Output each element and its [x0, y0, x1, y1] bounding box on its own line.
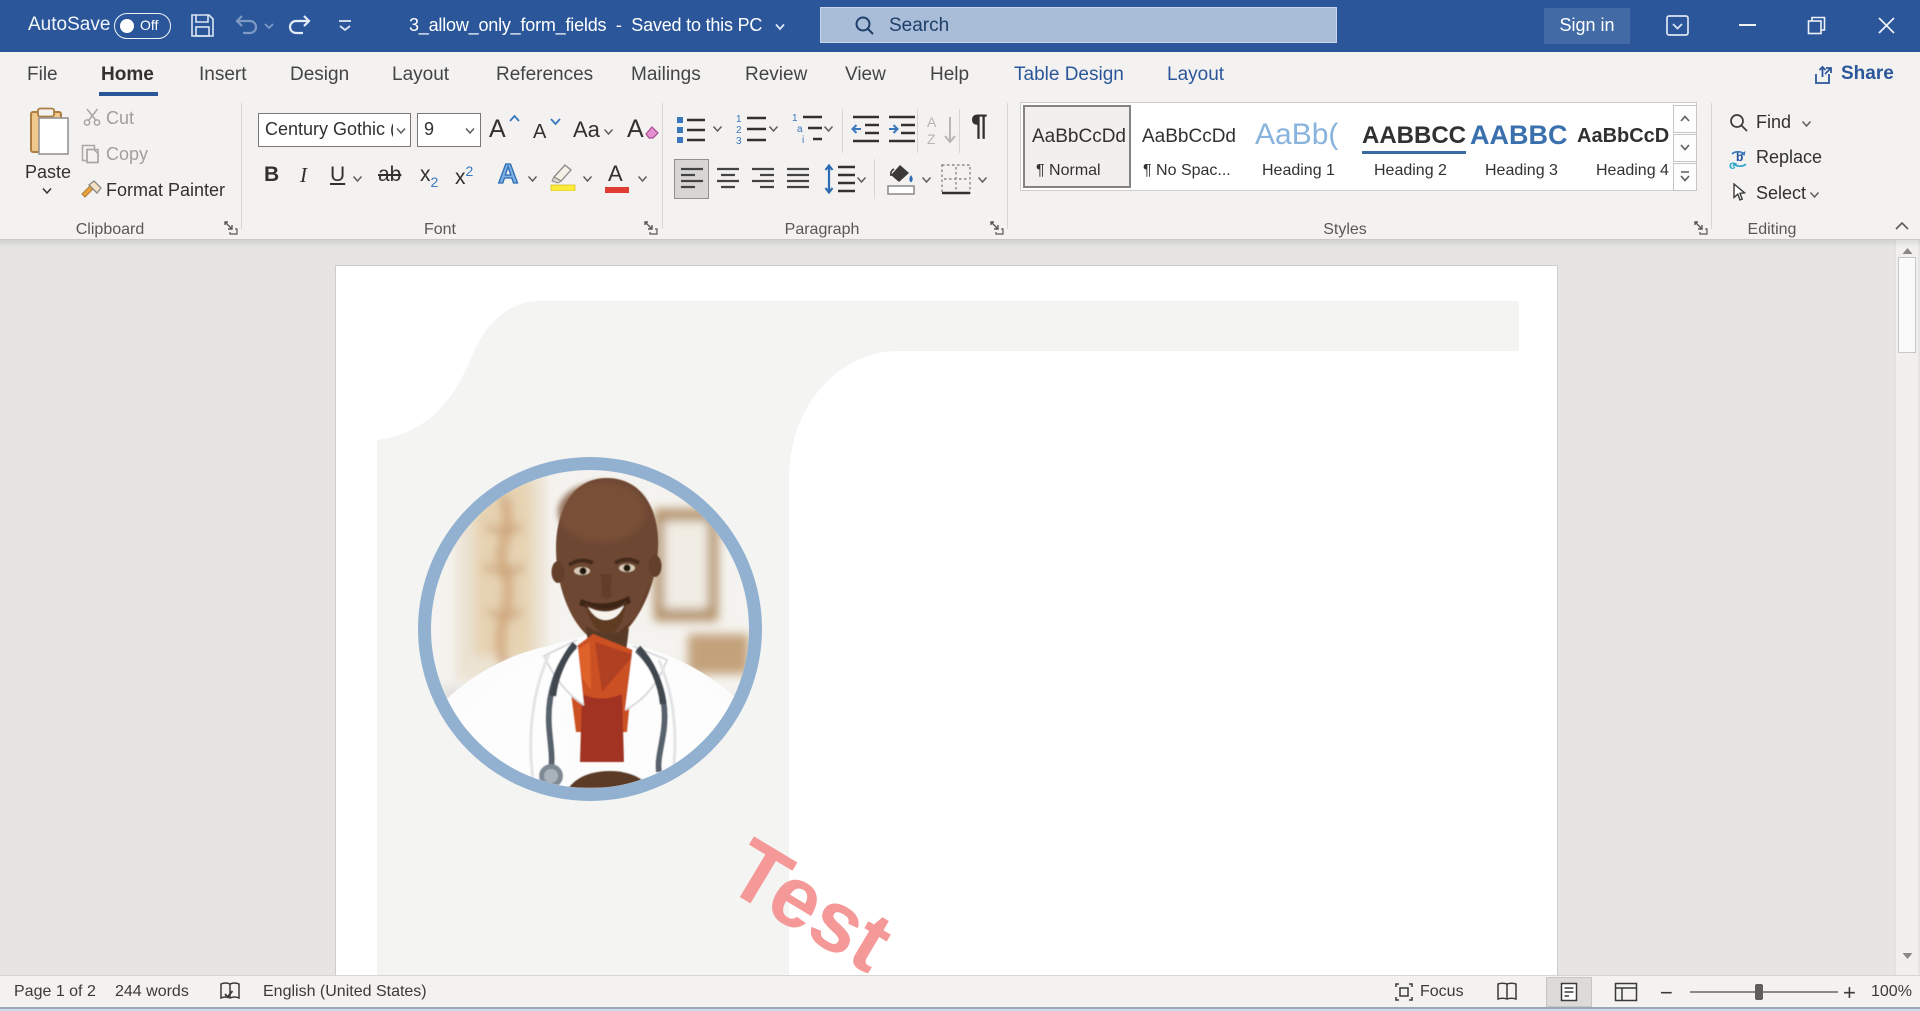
svg-text:A: A	[927, 114, 937, 130]
svg-text:Z: Z	[927, 131, 936, 147]
svg-text:a: a	[797, 124, 803, 135]
svg-text:3: 3	[736, 136, 742, 146]
svg-text:1: 1	[792, 113, 798, 124]
svg-text:1: 1	[736, 114, 742, 125]
svg-text:2: 2	[736, 125, 742, 136]
svg-text:i: i	[802, 135, 804, 146]
